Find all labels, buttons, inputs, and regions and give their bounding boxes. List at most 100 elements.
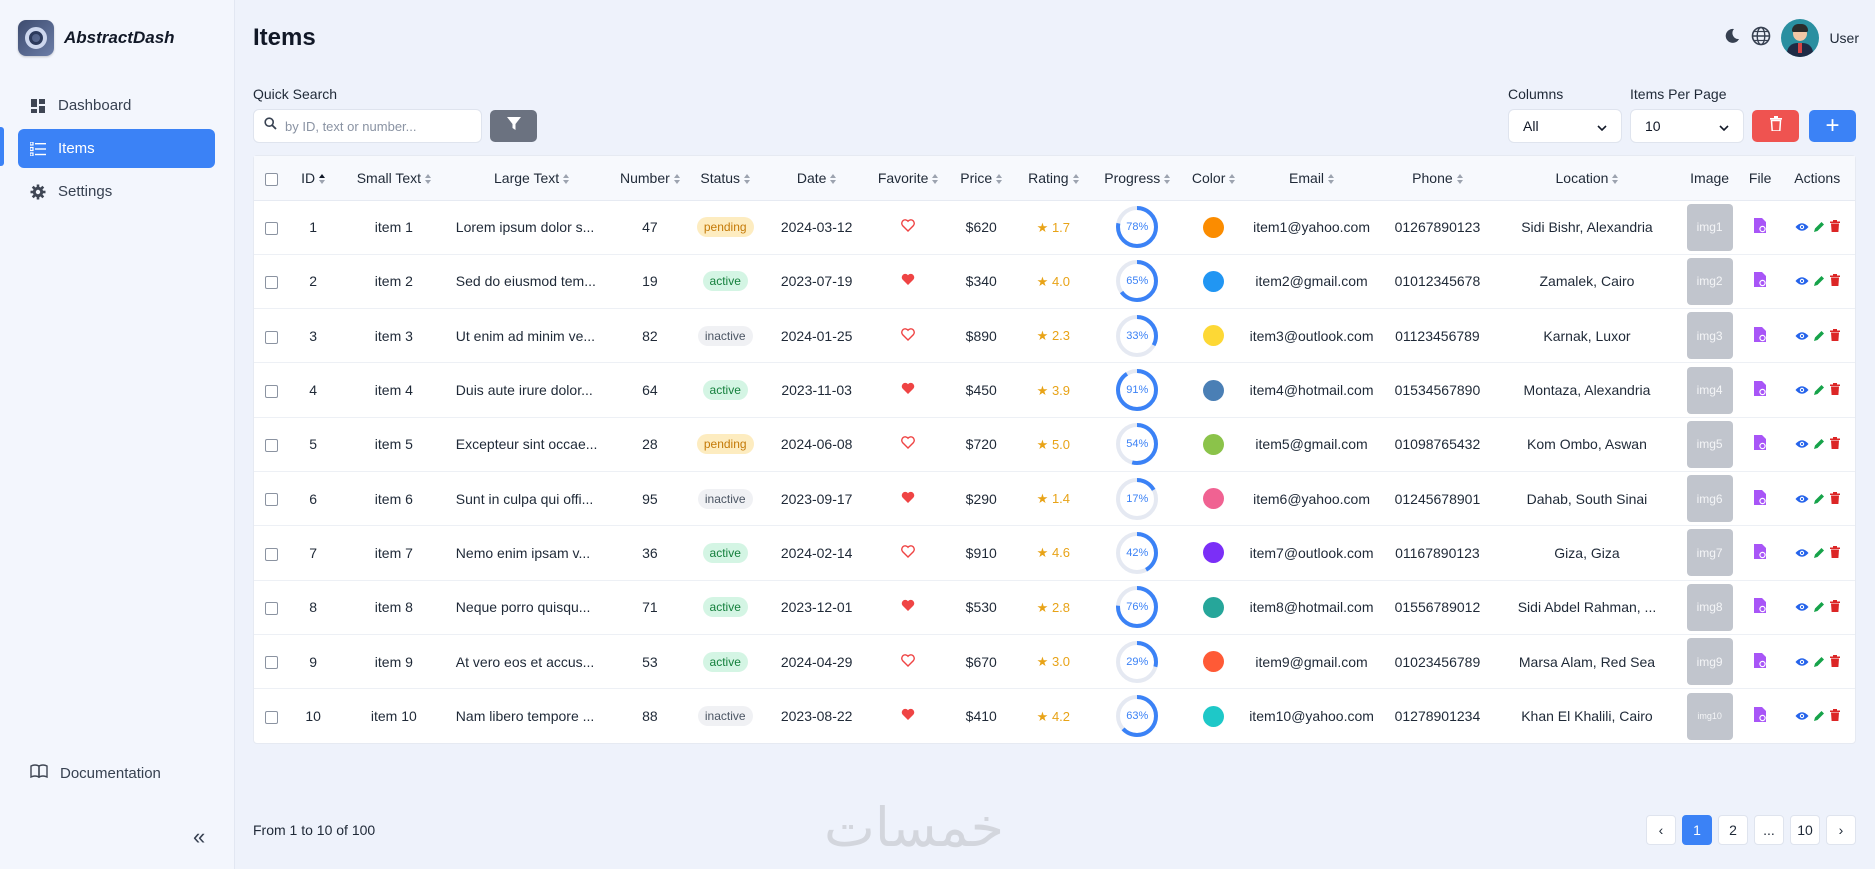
row-checkbox[interactable] [264,384,278,398]
file-icon[interactable] [1753,652,1767,671]
delete-icon[interactable] [1829,708,1840,724]
image-thumbnail[interactable]: img8 [1686,583,1733,631]
eye-icon[interactable] [1795,328,1809,344]
pagination-page-10[interactable]: 10 [1790,815,1820,845]
heart-filled-icon[interactable] [901,382,915,398]
header-email[interactable]: Email [1243,156,1380,201]
eye-icon[interactable] [1795,545,1809,561]
collapse-sidebar-icon[interactable]: « [193,824,205,850]
file-icon[interactable] [1753,381,1767,399]
edit-icon[interactable] [1813,545,1825,561]
globe-icon[interactable] [1751,26,1771,51]
file-icon[interactable] [1753,543,1767,562]
edit-icon[interactable] [1813,654,1825,670]
delete-icon[interactable] [1829,654,1840,670]
eye-icon[interactable] [1795,219,1809,235]
delete-icon[interactable] [1829,328,1840,344]
image-thumbnail[interactable]: img9 [1686,638,1733,686]
brand[interactable]: AbstractDash [18,20,175,56]
heart-outline-icon[interactable] [901,219,916,235]
sidebar-item-settings[interactable]: Settings [18,172,215,211]
sidebar-item-dashboard[interactable]: Dashboard [18,86,215,125]
edit-icon[interactable] [1813,382,1825,398]
eye-icon[interactable] [1795,382,1809,398]
row-checkbox[interactable] [264,330,278,344]
heart-filled-icon[interactable] [901,491,915,507]
heart-filled-icon[interactable] [901,599,915,615]
delete-icon[interactable] [1829,436,1840,452]
edit-icon[interactable] [1813,708,1825,724]
pagination-prev-button[interactable]: ‹ [1646,815,1676,845]
heart-filled-icon[interactable] [901,708,915,724]
select-all-checkbox[interactable] [264,172,278,186]
image-thumbnail[interactable]: img2 [1686,257,1733,305]
items-per-page-select[interactable]: 10 [1630,109,1744,143]
delete-icon[interactable] [1829,382,1840,398]
file-icon[interactable] [1753,435,1767,453]
header-progress[interactable]: Progress [1091,156,1184,201]
row-checkbox[interactable] [264,602,278,616]
header-phone[interactable]: Phone [1379,156,1496,201]
pagination-page-1[interactable]: 1 [1682,815,1712,845]
header-price[interactable]: Price [946,156,1016,201]
heart-outline-icon[interactable] [901,327,916,344]
header-small-text[interactable]: Small Text [337,156,450,201]
search-input[interactable] [285,118,465,134]
row-checkbox[interactable] [264,656,278,670]
delete-icon[interactable] [1829,599,1840,615]
header-id[interactable]: ID [288,156,338,201]
file-icon[interactable] [1753,326,1767,345]
delete-selected-button[interactable] [1752,110,1799,142]
header-rating[interactable]: Rating [1015,156,1091,201]
eye-icon[interactable] [1795,654,1809,670]
delete-icon[interactable] [1829,491,1840,507]
eye-icon[interactable] [1795,436,1809,452]
pagination-page-2[interactable]: 2 [1718,815,1748,845]
heart-outline-icon[interactable] [901,545,916,561]
row-checkbox[interactable] [264,276,278,290]
edit-icon[interactable] [1813,599,1825,615]
file-icon[interactable] [1753,707,1767,725]
documentation-link[interactable]: Documentation [30,764,161,782]
image-thumbnail[interactable]: img1 [1686,203,1733,251]
user-name[interactable]: User [1829,30,1859,46]
eye-icon[interactable] [1795,599,1809,615]
header-favorite[interactable]: Favorite [869,156,947,201]
dark-mode-icon[interactable] [1723,27,1741,50]
header-location[interactable]: Location [1495,156,1679,201]
edit-icon[interactable] [1813,273,1825,289]
file-icon[interactable] [1753,598,1767,616]
edit-icon[interactable] [1813,328,1825,344]
delete-icon[interactable] [1829,273,1840,289]
edit-icon[interactable] [1813,436,1825,452]
eye-icon[interactable] [1795,708,1809,724]
header-large-text[interactable]: Large Text [449,156,614,201]
image-thumbnail[interactable]: img6 [1686,475,1733,523]
pagination-next-button[interactable]: › [1826,815,1856,845]
file-icon[interactable] [1753,489,1767,508]
heart-filled-icon[interactable] [901,273,915,289]
delete-icon[interactable] [1829,219,1840,235]
header-date[interactable]: Date [763,156,870,201]
image-thumbnail[interactable]: img7 [1686,529,1733,577]
image-thumbnail[interactable]: img10 [1686,692,1733,740]
header-number[interactable]: Number [613,156,687,201]
edit-icon[interactable] [1813,219,1825,235]
sidebar-item-items[interactable]: Items [18,129,215,168]
file-icon[interactable] [1753,218,1767,236]
file-icon[interactable] [1753,272,1767,290]
add-item-button[interactable]: + [1809,110,1856,142]
row-checkbox[interactable] [264,547,278,561]
eye-icon[interactable] [1795,491,1809,507]
row-checkbox[interactable] [264,710,278,724]
delete-icon[interactable] [1829,545,1840,561]
row-checkbox[interactable] [264,493,278,507]
edit-icon[interactable] [1813,491,1825,507]
avatar[interactable] [1781,19,1820,57]
eye-icon[interactable] [1795,273,1809,289]
heart-outline-icon[interactable] [901,653,916,670]
columns-select[interactable]: All [1508,109,1622,143]
row-checkbox[interactable] [264,439,278,453]
image-thumbnail[interactable]: img4 [1686,366,1733,414]
header-color[interactable]: Color [1183,156,1244,201]
